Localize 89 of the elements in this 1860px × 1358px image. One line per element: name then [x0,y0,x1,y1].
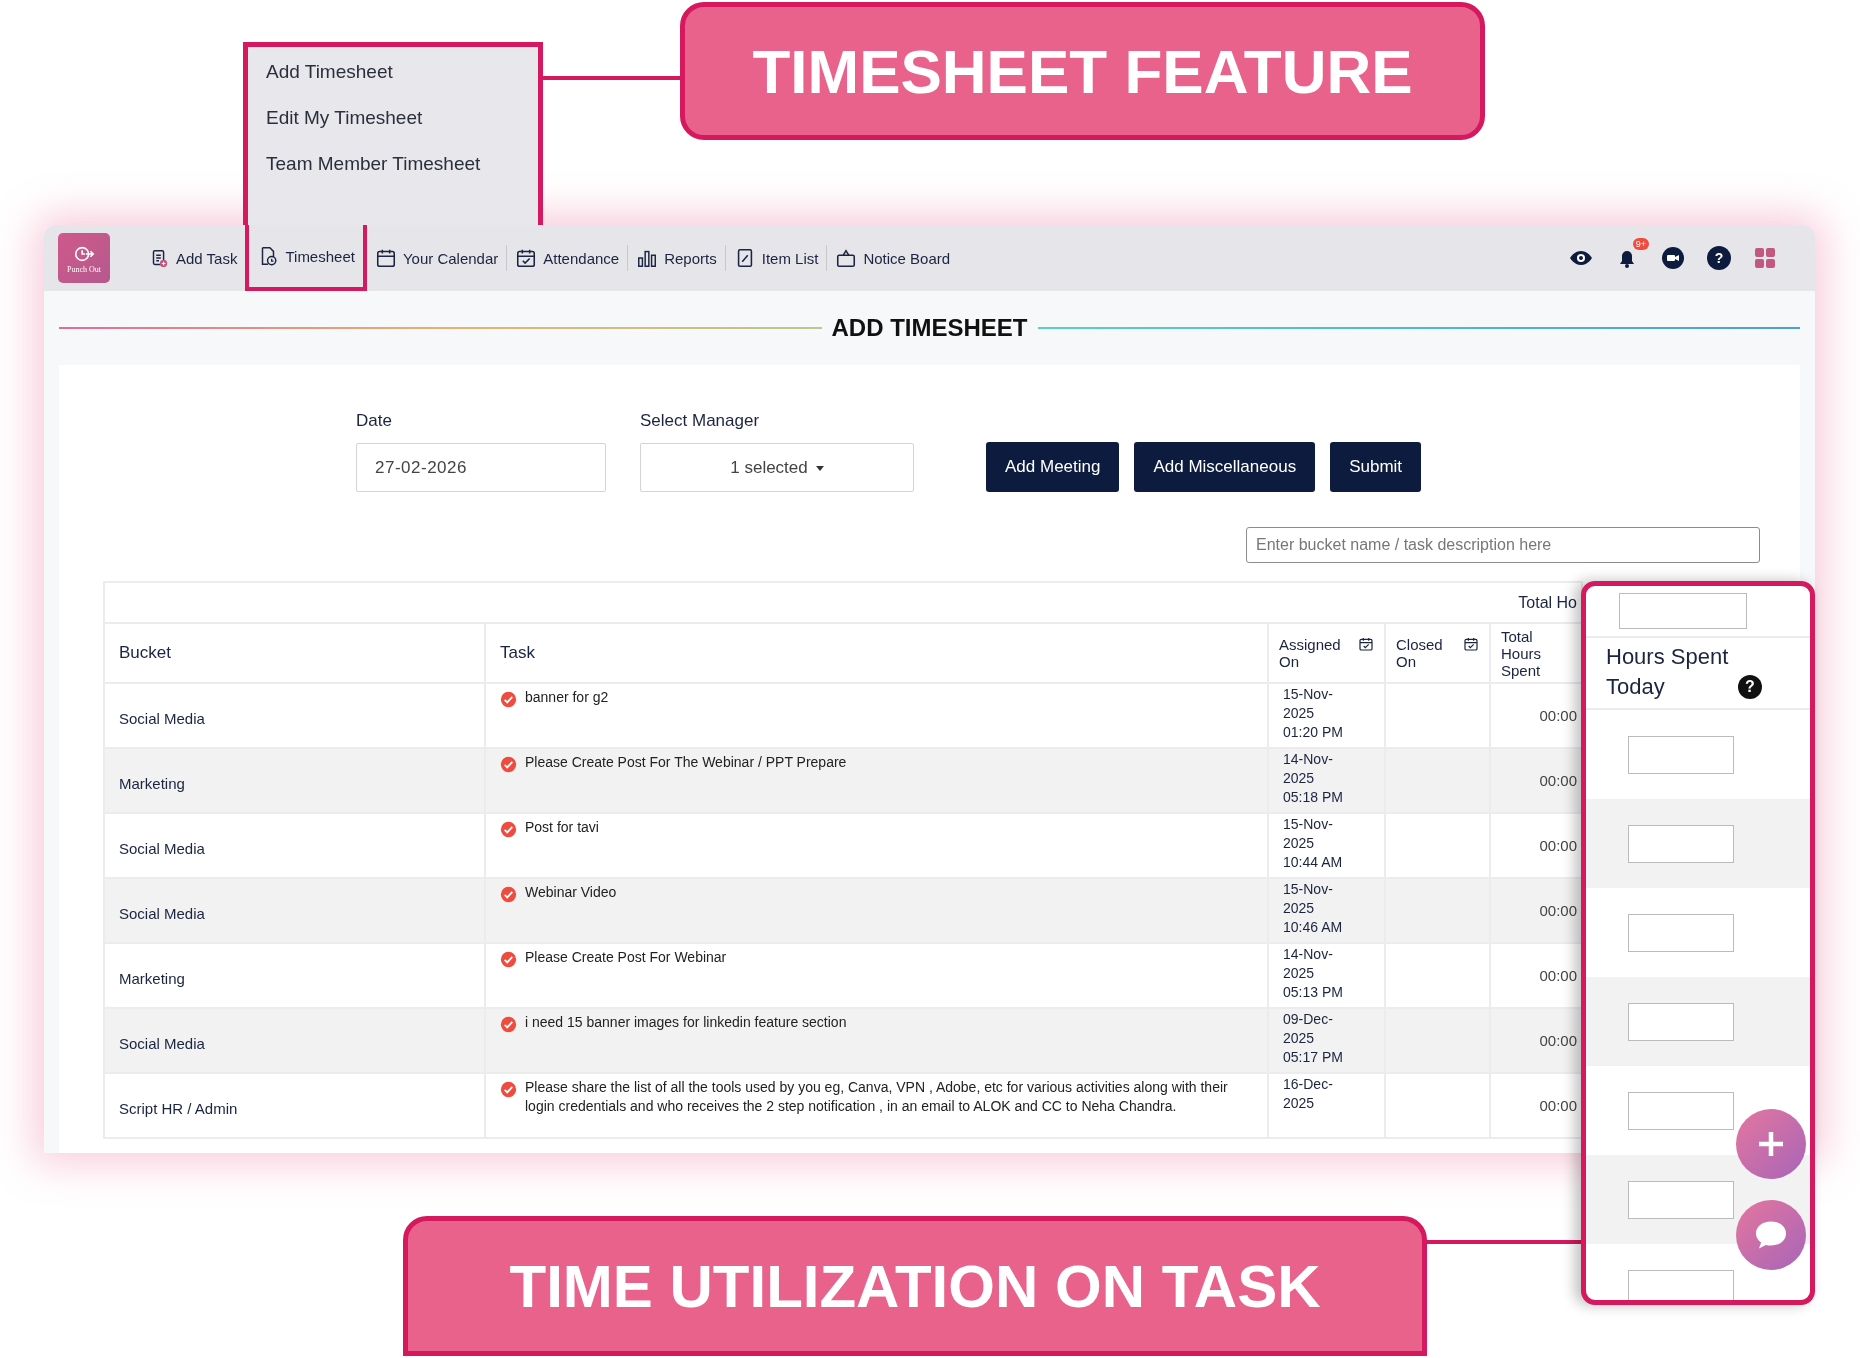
column-header: Assigned On [1279,636,1342,670]
hours-input-field[interactable] [1628,824,1734,863]
column-header: Closed On [1396,636,1444,670]
check-circle-icon [500,1016,517,1033]
nav-item[interactable]: Add Task [140,225,246,291]
check-circle-icon [500,951,517,968]
manager-select[interactable]: 1 selected [640,443,914,492]
hours-input-field[interactable] [1628,1180,1734,1219]
check-circle-icon [500,821,517,838]
nav-item[interactable]: Item List [725,225,827,291]
assigned-time: 01:20 PM [1283,723,1344,742]
assigned-date: 16-Dec-2025 [1283,1075,1334,1113]
hours-input-field[interactable] [1628,735,1734,774]
assigned-date: 15-Nov-2025 [1283,880,1334,918]
task-cell-text: Please share the list of all the tools used by you eg, Canva, VPN , Adobe, etc for various activities along with their login credentials and who receives the 2 step notification , in an email to ALOK and CC to Neha Chandra. [525,1078,1229,1116]
assigned-date: 14-Nov-2025 [1283,945,1334,983]
field-label: Select Manager [640,411,761,431]
hours-input-field[interactable] [1628,1091,1734,1130]
nav-icon [835,247,858,269]
task-cell-text: i need 15 banner images for linkedin feature section [525,1013,847,1032]
nav-item[interactable]: Timesheet [245,225,367,291]
column-header: Total Hours Spent [1501,627,1542,679]
page-title: ADD TIMESHEET [831,314,1028,342]
search-field[interactable]: Enter bucket name / task description here [1246,527,1760,563]
hours-input-field[interactable] [1628,1269,1734,1300]
notification-badge: 9+ [1632,238,1649,250]
hours-input-field[interactable] [1628,1002,1734,1041]
menu-item[interactable]: Team Member Timesheet [266,153,538,175]
task-cell-text: Post for tavi [525,818,599,837]
assigned-time: 05:18 PM [1283,788,1344,807]
column-header: Hours Spent Today [1606,643,1730,701]
grid-icon[interactable] [1753,246,1777,270]
punch-out-button[interactable]: Punch Out [58,233,110,283]
help-button[interactable]: ? [1738,675,1762,699]
column-header: Bucket [119,643,171,663]
assigned-time: 05:13 PM [1283,983,1344,1002]
task-cell-text: Please Create Post For The Webinar / PPT Prepare [525,753,847,772]
check-circle-icon [500,1081,517,1098]
nav-item[interactable]: Reports [628,225,725,291]
detail-banner: TIME UTILIZATION ON TASK [403,1216,1427,1356]
check-circle-icon [500,756,517,773]
bucket-cell: Script HR / Admin [119,1100,238,1117]
action-button[interactable]: Submit [1330,442,1422,492]
bucket-cell: Social Media [119,710,205,727]
total-hours-cell: 00:00 [1539,772,1577,789]
check-circle-icon [500,886,517,903]
total-hours-cell: 00:00 [1539,837,1577,854]
check-circle-icon [500,691,517,708]
hours-input-field[interactable] [1628,913,1734,952]
bucket-cell: Social Media [119,905,205,922]
nav-item[interactable]: Your Calendar [366,225,507,291]
bucket-cell: Marketing [119,775,185,792]
bucket-cell: Social Media [119,1035,205,1052]
menu-item[interactable]: Add Timesheet [266,61,538,83]
caret-icon [815,465,824,471]
task-cell-text: Webinar Video [525,883,617,902]
nav-icon [515,247,538,269]
calendar-icon[interactable] [1358,636,1374,652]
calendar-icon[interactable] [1463,636,1479,652]
total-hours-label: Total Ho [1518,593,1577,611]
date-field[interactable]: 27-02-2026 [356,443,606,492]
menu-item[interactable]: Edit My Timesheet [266,107,538,129]
nav-icon [374,247,397,269]
total-hours-cell: 00:00 [1539,1097,1577,1114]
video-camera-icon[interactable] [1661,246,1685,270]
assigned-date: 15-Nov-2025 [1283,685,1334,723]
action-button[interactable]: Add Miscellaneous [1134,442,1316,492]
column-header: Task [500,643,535,663]
bucket-cell: Social Media [119,840,205,857]
total-hours-cell: 00:00 [1539,1032,1577,1049]
nav-item[interactable]: Attendance [507,225,628,291]
assigned-date: 09-Dec-2025 [1283,1010,1334,1048]
total-hours-cell: 00:00 [1539,707,1577,724]
assigned-date: 14-Nov-2025 [1283,750,1334,788]
action-button[interactable]: Add Meeting [986,442,1120,492]
help-button[interactable]: ? [1707,246,1731,270]
assigned-time: 10:44 AM [1283,853,1344,872]
feature-banner: TIMESHEET FEATURE [680,2,1485,140]
field-label: Date [356,411,393,431]
nav-item[interactable]: Notice Board [827,225,959,291]
task-cell-text: Please Create Post For Webinar [525,948,727,967]
bucket-cell: Marketing [119,970,185,987]
total-hours-cell: 00:00 [1539,967,1577,984]
total-hours-field[interactable] [1619,593,1747,629]
assigned-time: 05:17 PM [1283,1048,1344,1067]
task-cell-text: banner for g2 [525,688,609,707]
assigned-time: 10:46 AM [1283,918,1344,937]
assigned-date: 15-Nov-2025 [1283,815,1334,853]
total-hours-cell: 00:00 [1539,902,1577,919]
